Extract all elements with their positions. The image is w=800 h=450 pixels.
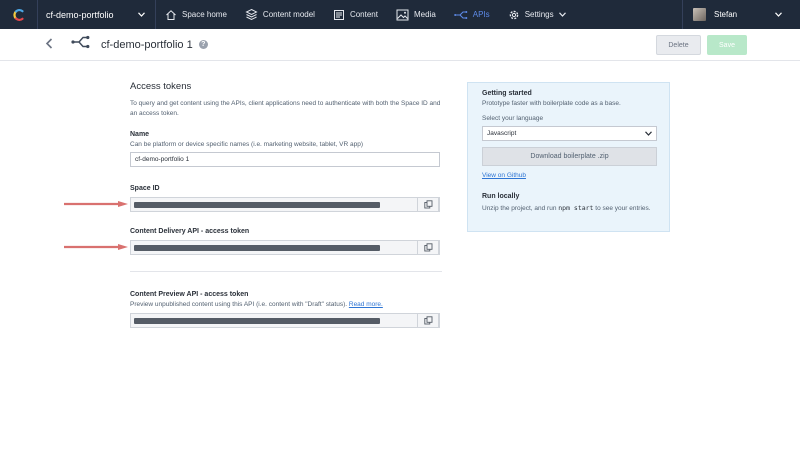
- name-input[interactable]: cf-demo-portfolio 1: [130, 152, 440, 167]
- run-locally-title: Run locally: [482, 193, 520, 200]
- copy-button[interactable]: [417, 240, 439, 255]
- nav-label: Media: [413, 10, 436, 19]
- nav-media[interactable]: Media: [387, 0, 445, 29]
- nav-space-home[interactable]: Space home: [156, 0, 236, 29]
- language-label: Select your language: [482, 115, 544, 122]
- redacted-value: [134, 317, 380, 324]
- run-command: npm start: [558, 204, 594, 212]
- copy-icon: [423, 243, 432, 252]
- chevron-down-icon: [558, 12, 566, 17]
- read-more-link[interactable]: Read more.: [349, 301, 383, 308]
- nav-label: Content: [349, 10, 378, 19]
- media-icon: [396, 9, 409, 20]
- user-menu[interactable]: Stefan: [682, 0, 800, 29]
- nav-label: Settings: [524, 10, 554, 19]
- space-name: cf-demo-portfolio: [46, 9, 114, 20]
- chevron-left-icon: [45, 38, 53, 49]
- save-button[interactable]: Save: [707, 35, 747, 55]
- space-id-field[interactable]: [130, 197, 440, 212]
- user-name: Stefan: [714, 10, 738, 19]
- help-icon[interactable]: ?: [198, 40, 208, 49]
- copy-icon: [423, 200, 432, 209]
- space-id-label: Space ID: [130, 185, 160, 192]
- getting-started-subtitle: Prototype faster with boilerplate code a…: [482, 100, 621, 107]
- run-locally-text: Unzip the project, and run npm start to …: [482, 203, 660, 214]
- cda-token-label: Content Delivery API - access token: [130, 228, 250, 235]
- api-icon: [453, 10, 468, 19]
- redacted-value: [134, 244, 380, 251]
- run-text: Unzip the project, and run: [482, 205, 559, 212]
- github-link[interactable]: View on Github: [482, 172, 526, 179]
- home-icon: [166, 9, 176, 20]
- cda-token-field[interactable]: [130, 240, 440, 255]
- cpa-token-field[interactable]: [130, 313, 440, 328]
- language-value: Javascript: [487, 130, 517, 137]
- space-switcher[interactable]: cf-demo-portfolio: [38, 0, 156, 29]
- cpa-help: Preview unpublished content using this A…: [130, 301, 383, 308]
- nav-content[interactable]: Content: [324, 0, 387, 29]
- nav-content-model[interactable]: Content model: [236, 0, 324, 29]
- divider: [130, 271, 442, 272]
- delete-button[interactable]: Delete: [656, 35, 701, 55]
- gear-icon: [509, 10, 518, 19]
- name-label: Name: [130, 131, 150, 138]
- nav-settings[interactable]: Settings: [499, 0, 575, 29]
- nav-label: APIs: [472, 10, 490, 19]
- chevron-down-icon: [645, 131, 652, 136]
- page-title: cf-demo-portfolio 1: [101, 38, 193, 51]
- content-icon: [333, 9, 344, 20]
- nav-label: Content model: [262, 10, 315, 19]
- cpa-help-text: Preview unpublished content using this A…: [130, 301, 348, 308]
- copy-icon: [423, 316, 432, 325]
- annotation-arrow: [64, 244, 128, 250]
- copy-button[interactable]: [417, 197, 439, 212]
- download-boilerplate-button[interactable]: Download boilerplate .zip: [482, 147, 657, 166]
- nav-apis[interactable]: APIs: [445, 0, 499, 29]
- intro-text: To query and get content using the APIs,…: [130, 100, 441, 117]
- top-navigation: cf-demo-portfolio Space home Content mod…: [0, 0, 800, 29]
- copy-button[interactable]: [417, 313, 439, 328]
- getting-started-title: Getting started: [482, 90, 532, 97]
- section-title: Access tokens: [130, 81, 192, 92]
- api-key-icon: [71, 35, 91, 54]
- back-button[interactable]: [45, 37, 65, 52]
- contentful-logo[interactable]: [0, 0, 38, 29]
- chevron-down-icon: [138, 12, 145, 17]
- nav-label: Space home: [182, 10, 227, 19]
- chevron-down-icon: [775, 12, 783, 17]
- avatar: [693, 8, 706, 21]
- annotation-arrow: [64, 201, 128, 207]
- getting-started-panel: Getting started Prototype faster with bo…: [467, 82, 670, 232]
- content-model-icon: [245, 8, 258, 21]
- run-text: to see your entries.: [593, 205, 651, 212]
- redacted-value: [134, 201, 380, 208]
- language-select[interactable]: Javascript: [482, 126, 657, 141]
- name-help: Can be platform or device specific names…: [130, 141, 364, 148]
- cpa-token-label: Content Preview API - access token: [130, 291, 249, 298]
